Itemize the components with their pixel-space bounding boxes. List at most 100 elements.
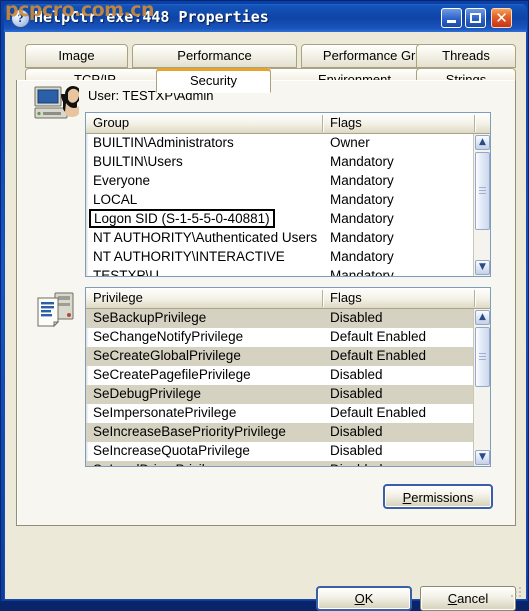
privilege-list-header: Privilege Flags (86, 288, 490, 309)
scrollbar-thumb[interactable] (475, 327, 490, 387)
permissions-button[interactable]: Permissions (383, 484, 493, 509)
ok-label-suffix: K (364, 591, 374, 606)
question-mark-icon[interactable]: ? (11, 9, 30, 28)
row-name-cell: SeCreatePagefilePrivilege (93, 367, 251, 382)
minimize-button[interactable] (441, 8, 462, 28)
scroll-up-icon[interactable]: ▲ (475, 310, 490, 325)
privileges-document-icon (37, 292, 74, 328)
scroll-up-icon[interactable]: ▲ (475, 135, 490, 150)
table-row[interactable]: SeLoadDriverPrivilege Disabled (86, 461, 473, 466)
permissions-accel: P (402, 490, 412, 505)
table-row[interactable]: BUILTIN\Administrators Owner (86, 134, 473, 153)
group-list[interactable]: Group Flags BUILTIN\Administrators Owner B… (85, 112, 491, 277)
row-name-cell: NT AUTHORITY\INTERACTIVE (93, 249, 285, 264)
tab-row-1: Image Performance Performance Graph Thre… (16, 44, 516, 69)
ok-accel: O (354, 591, 365, 606)
row-name-cell: Everyone (93, 173, 151, 188)
row-flags-cell: Mandatory (330, 192, 394, 207)
table-row[interactable]: SeDebugPrivilege Disabled (86, 385, 473, 404)
resize-grip[interactable] (511, 585, 523, 597)
row-flags-cell: Disabled (330, 424, 383, 439)
row-name-cell: SeIncreaseQuotaPrivilege (93, 443, 250, 458)
maximize-button[interactable] (465, 8, 486, 28)
row-flags-cell: Disabled (330, 367, 383, 382)
row-flags-cell: Default Enabled (330, 329, 427, 344)
tab-threads[interactable]: Threads (416, 44, 516, 68)
row-name-cell: SeDebugPrivilege (93, 386, 202, 401)
row-flags-cell: Mandatory (330, 173, 394, 188)
scroll-down-icon[interactable]: ▼ (475, 260, 490, 275)
row-flags-cell: Default Enabled (330, 348, 427, 363)
scrollbar-thumb[interactable] (475, 152, 490, 230)
privilege-flags-column-header: Flags (330, 290, 362, 305)
row-name-cell: SeIncreaseBasePriorityPrivilege (93, 424, 286, 439)
privilege-list[interactable]: Privilege Flags SeBackupPrivilege Disable… (85, 287, 491, 467)
row-flags-cell: Mandatory (330, 211, 394, 226)
cancel-button[interactable]: Cancel (420, 586, 516, 611)
row-flags-cell: Mandatory (330, 230, 394, 245)
row-flags-cell: Disabled (330, 386, 383, 401)
table-row[interactable]: SeBackupPrivilege Disabled (86, 309, 473, 328)
privilege-column-header: Privilege (93, 290, 143, 305)
window-title: HelpCtr.exe:448 Properties (34, 8, 269, 26)
table-row[interactable]: BUILTIN\Users Mandatory (86, 153, 473, 172)
table-row[interactable]: SeIncreaseBasePriorityPrivilege Disabled (86, 423, 473, 442)
table-row[interactable]: SeCreatePagefilePrivilege Disabled (86, 366, 473, 385)
privilege-list-scrollbar[interactable]: ▲ ▼ (473, 309, 490, 466)
table-row[interactable]: SeIncreaseQuotaPrivilege Disabled (86, 442, 473, 461)
user-computer-icon (34, 86, 79, 119)
row-flags-cell: Mandatory (330, 268, 394, 276)
row-flags-cell: Disabled (330, 462, 383, 466)
row-name-cell: NT AUTHORITY\Authenticated Users (93, 230, 318, 245)
row-name-cell: SeBackupPrivilege (93, 310, 207, 325)
table-row[interactable]: Everyone Mandatory (86, 172, 473, 191)
close-button[interactable]: ✕ (491, 8, 512, 28)
row-flags-cell: Default Enabled (330, 405, 427, 420)
minimize-icon (447, 20, 456, 23)
scrollbar-grip-icon (479, 353, 486, 361)
title-bar[interactable]: ? HelpCtr.exe:448 Properties ✕ (4, 4, 527, 32)
table-row[interactable]: SeChangeNotifyPrivilege Default Enabled (86, 328, 473, 347)
table-row[interactable]: NT AUTHORITY\INTERACTIVE Mandatory (86, 248, 473, 267)
row-name-cell: LOCAL (93, 192, 138, 207)
header-divider (474, 115, 475, 132)
group-flags-column-header: Flags (330, 115, 362, 130)
scroll-down-icon[interactable]: ▼ (475, 450, 490, 465)
table-row[interactable]: Logon SID (S-1-5-5-0-40881) Mandatory (86, 209, 473, 229)
row-name-cell: SeImpersonatePrivilege (93, 405, 237, 420)
table-row[interactable]: TESTXP\U Mandatory (86, 267, 473, 276)
dialog-body: Image Performance Performance Graph Thre… (4, 32, 527, 611)
table-row[interactable]: SeImpersonatePrivilege Default Enabled (86, 404, 473, 423)
row-name-cell: BUILTIN\Users (93, 154, 183, 169)
group-column-header: Group (93, 115, 130, 130)
group-list-scrollbar[interactable]: ▲ ▼ (473, 134, 490, 276)
header-divider (474, 290, 475, 307)
row-flags-cell: Disabled (330, 310, 383, 325)
row-name-cell: TESTXP\U (93, 268, 160, 276)
row-name-cell: SeChangeNotifyPrivilege (93, 329, 244, 344)
cancel-accel: C (447, 591, 458, 606)
header-divider (322, 115, 323, 132)
row-name-cell: Logon SID (S-1-5-5-0-40881) (89, 209, 275, 228)
row-name-cell: SeCreateGlobalPrivilege (93, 348, 241, 363)
ok-button[interactable]: OK (316, 586, 412, 611)
properties-window: pcpcro.com.cn ? HelpCtr.exe:448 Properti… (0, 0, 529, 611)
table-row[interactable]: SeCreateGlobalPrivilege Default Enabled (86, 347, 473, 366)
table-row[interactable]: LOCAL Mandatory (86, 191, 473, 210)
tab-image[interactable]: Image (25, 44, 128, 68)
row-flags-cell: Disabled (330, 443, 383, 458)
row-name-cell: SeLoadDriverPrivilege (93, 462, 227, 466)
permissions-label-suffix: ermissions (411, 490, 474, 505)
scrollbar-grip-icon (479, 187, 486, 195)
tab-performance[interactable]: Performance (132, 44, 297, 68)
row-flags-cell: Owner (330, 135, 370, 150)
close-icon: ✕ (495, 9, 508, 27)
table-row[interactable]: NT AUTHORITY\Authenticated Users Mandator… (86, 229, 473, 248)
group-list-rows: BUILTIN\Administrators Owner BUILTIN\Users… (86, 134, 473, 276)
group-list-header: Group Flags (86, 113, 490, 134)
row-name-cell: BUILTIN\Administrators (93, 135, 234, 150)
tab-security[interactable]: Security (156, 68, 271, 93)
maximize-icon (470, 13, 481, 23)
row-flags-cell: Mandatory (330, 154, 394, 169)
row-flags-cell: Mandatory (330, 249, 394, 264)
